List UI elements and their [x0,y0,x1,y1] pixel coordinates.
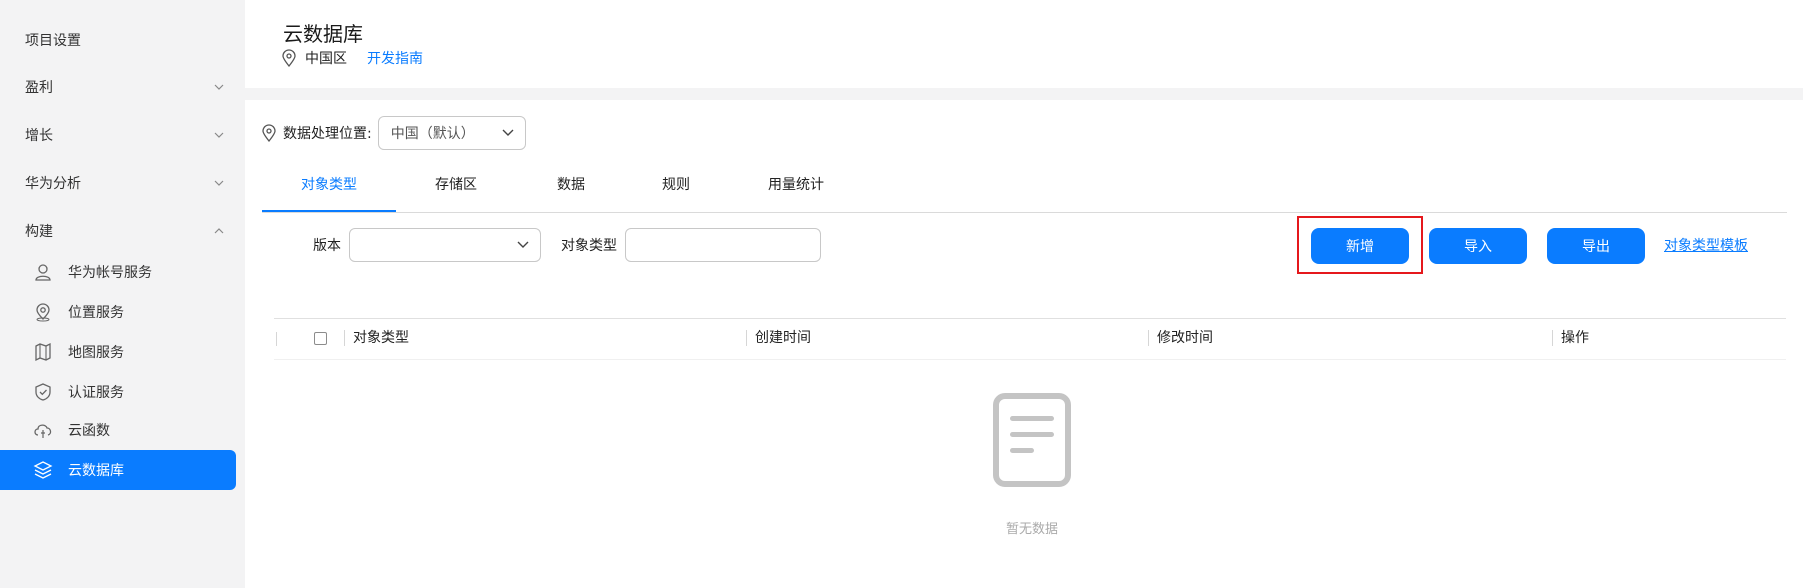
chevron-down-icon [502,129,514,136]
sidebar: 项目设置 盈利 增长 华为分析 构建 华为帐号服务 位置服务 地图服务 认证服务… [0,0,245,588]
shield-check-icon [32,381,54,403]
sidebar-group-label: 增长 [25,128,53,144]
sidebar-group-growth[interactable]: 增长 [0,115,245,155]
sidebar-item-huawei-account[interactable]: 华为帐号服务 [0,252,236,292]
data-location-select[interactable]: 中国（默认） [377,116,526,150]
sidebar-item-label: 云数据库 [68,463,124,479]
chevron-down-icon [214,132,224,138]
sidebar-item-label: 位置服务 [68,305,124,321]
user-icon [32,261,54,283]
table-top-border [274,318,1786,319]
sidebar-group-huawei-analytics[interactable]: 华为分析 [0,163,245,203]
map-icon [32,341,54,363]
empty-state-text: 暂无数据 [1005,522,1058,537]
import-button[interactable]: 导入 [1429,228,1527,264]
location-pin-icon [262,124,276,142]
data-location-row: 数据处理位置: 中国（默认） [261,116,526,150]
sidebar-group-monetization[interactable]: 盈利 [0,67,245,107]
region-row: 中国区 开发指南 [281,48,423,68]
export-button[interactable]: 导出 [1547,228,1645,264]
tab-bar: 对象类型 存储区 数据 规则 用量统计 [262,160,1787,213]
sidebar-item-cloud-functions[interactable]: 云函数 [0,410,236,450]
sidebar-item-location-service[interactable]: 位置服务 [0,292,236,332]
chevron-down-icon [214,180,224,186]
dev-guide-link[interactable]: 开发指南 [367,48,423,68]
data-location-label: 数据处理位置: [283,126,372,142]
database-icon [32,459,54,481]
region-label: 中国区 [305,51,347,67]
page-title: 云数据库 [283,22,363,46]
sidebar-item-label: 云函数 [68,423,110,439]
empty-document-icon [993,393,1071,487]
chevron-down-icon [517,241,529,248]
object-type-filter-label: 对象类型 [561,238,617,254]
location-pin-icon [282,49,296,67]
tab-rules[interactable]: 规则 [626,160,726,212]
column-header-actions[interactable]: 操作 [1552,330,1589,346]
tab-object-types[interactable]: 对象类型 [262,160,396,212]
chevron-down-icon [214,84,224,90]
select-all-checkbox[interactable] [314,332,327,345]
sidebar-item-label: 地图服务 [68,345,124,361]
table-header-bottom-border [274,359,1786,360]
location-icon [32,301,54,323]
tab-storage-zones[interactable]: 存储区 [396,160,516,212]
cloud-function-icon [32,419,54,441]
data-location-value: 中国（默认） [390,126,475,142]
sidebar-item-map-service[interactable]: 地图服务 [0,332,236,372]
chevron-up-icon [214,228,224,234]
page-header: 云数据库 中国区 开发指南 [245,0,1803,88]
column-header-object-type[interactable]: 对象类型 [344,330,409,346]
sidebar-item-label: 华为帐号服务 [68,265,152,281]
sidebar-item-auth-service[interactable]: 认证服务 [0,372,236,412]
column-header-created-time[interactable]: 创建时间 [746,330,811,346]
column-separator [276,332,277,346]
version-label: 版本 [313,238,341,254]
sidebar-item-cloud-database[interactable]: 云数据库 [0,450,236,490]
object-type-template-link[interactable]: 对象类型模板 [1664,235,1748,255]
main-panel: 数据处理位置: 中国（默认） 对象类型 存储区 数据 规则 用量统计 版本 对象… [245,100,1803,588]
sidebar-group-label: 盈利 [25,80,53,96]
add-button[interactable]: 新增 [1311,228,1409,264]
tab-usage-stats[interactable]: 用量统计 [726,160,866,212]
tab-data[interactable]: 数据 [516,160,626,212]
sidebar-group-build[interactable]: 构建 [0,211,245,251]
column-header-modified-time[interactable]: 修改时间 [1148,330,1213,346]
sidebar-group-label: 构建 [25,224,53,240]
sidebar-item-label: 认证服务 [68,385,124,401]
version-select[interactable] [349,228,541,262]
object-type-input[interactable] [625,228,821,262]
sidebar-item-project-settings[interactable]: 项目设置 [25,30,81,50]
sidebar-group-label: 华为分析 [25,176,81,192]
